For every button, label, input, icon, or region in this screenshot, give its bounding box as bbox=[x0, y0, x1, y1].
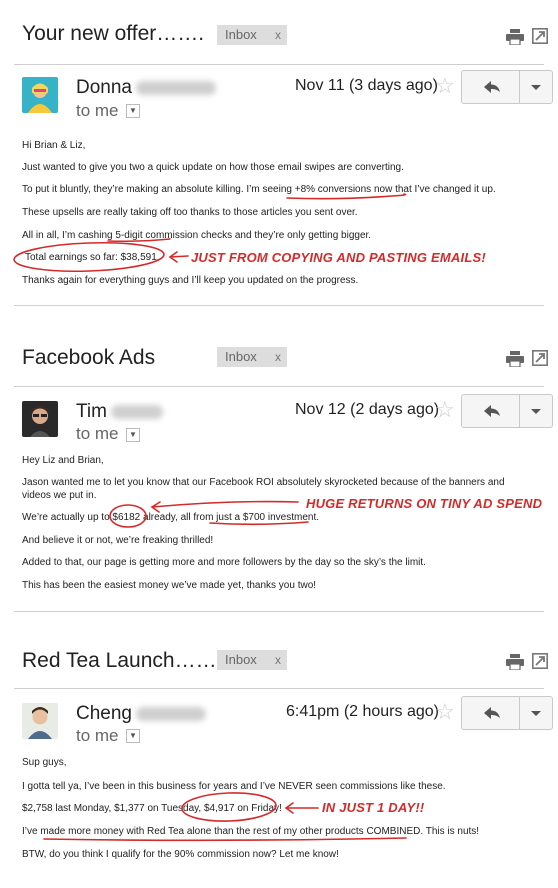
underline-annotation bbox=[43, 837, 407, 842]
arrow-annotation bbox=[150, 500, 299, 513]
star-icon[interactable]: ☆ bbox=[435, 73, 455, 99]
divider bbox=[14, 386, 544, 387]
email-date: Nov 11 (3 days ago) bbox=[295, 77, 438, 94]
remove-label-icon[interactable]: x bbox=[275, 25, 281, 45]
reply-button-group bbox=[461, 70, 553, 104]
body-line: Sup guys, bbox=[22, 757, 67, 768]
email-date: 6:41pm (2 hours ago) bbox=[286, 703, 439, 720]
details-dropdown-icon[interactable]: ▼ bbox=[126, 428, 140, 442]
sender-name: Cheng bbox=[76, 703, 206, 725]
star-icon[interactable]: ☆ bbox=[435, 397, 455, 423]
print-icon[interactable] bbox=[506, 351, 526, 369]
avatar bbox=[22, 401, 58, 437]
body-line: To put it bluntly, they’re making an abs… bbox=[22, 184, 496, 195]
redacted-surname bbox=[136, 80, 216, 95]
more-caret-icon[interactable] bbox=[520, 697, 552, 729]
redacted-surname bbox=[110, 404, 163, 419]
new-window-icon[interactable] bbox=[532, 653, 552, 671]
email-subject: Your new offer……. bbox=[22, 22, 205, 45]
annotation-text: JUST FROM COPYING AND PASTING EMAILS! bbox=[191, 250, 486, 265]
body-line: Total earnings so far: $38,591. bbox=[25, 252, 160, 263]
inbox-label[interactable]: Inbox x bbox=[217, 347, 287, 367]
body-line: $2,758 last Monday, $1,377 on Tuesday, $… bbox=[22, 803, 282, 814]
reply-button-group bbox=[461, 696, 553, 730]
email-date: Nov 12 (2 days ago) bbox=[295, 401, 440, 418]
sender-first-name: Tim bbox=[76, 401, 107, 422]
body-line: And believe it or not, we’re freaking th… bbox=[22, 535, 214, 546]
reply-button-group bbox=[461, 394, 553, 428]
divider bbox=[14, 611, 544, 612]
sender-name: Donna bbox=[76, 77, 216, 99]
inbox-label-text: Inbox bbox=[225, 652, 257, 667]
redacted-surname bbox=[136, 706, 206, 721]
body-line: BTW, do you think I qualify for the 90% … bbox=[22, 849, 339, 860]
reply-button[interactable] bbox=[462, 697, 520, 729]
body-line: I gotta tell ya, I’ve been in this busin… bbox=[22, 781, 446, 792]
details-dropdown-icon[interactable]: ▼ bbox=[126, 104, 140, 118]
sender-first-name: Donna bbox=[76, 77, 132, 98]
annotation-text: HUGE RETURNS ON TINY AD SPEND bbox=[306, 496, 543, 511]
body-line: Just wanted to give you two a quick upda… bbox=[22, 162, 404, 173]
arrow-annotation bbox=[168, 251, 189, 263]
body-line: Added to that, our page is getting more … bbox=[22, 557, 426, 568]
body-line: videos we put in. bbox=[22, 490, 97, 501]
arrow-annotation bbox=[284, 802, 319, 814]
reply-button[interactable] bbox=[462, 71, 520, 103]
body-line: Hi Brian & Liz, bbox=[22, 140, 86, 151]
new-window-icon[interactable] bbox=[532, 350, 552, 368]
avatar bbox=[22, 77, 58, 113]
recipient-label: to me bbox=[76, 424, 119, 443]
sender-first-name: Cheng bbox=[76, 703, 132, 724]
body-line: All in all, I’m cashing 5-digit commissi… bbox=[22, 230, 372, 241]
recipient-label: to me bbox=[76, 726, 119, 745]
sender-name: Tim bbox=[76, 401, 163, 423]
remove-label-icon[interactable]: x bbox=[275, 347, 281, 367]
print-icon[interactable] bbox=[506, 654, 526, 672]
inbox-label-text: Inbox bbox=[225, 349, 257, 364]
inbox-label[interactable]: Inbox x bbox=[217, 25, 287, 45]
body-line: Thanks again for everything guys and I’l… bbox=[22, 275, 359, 286]
remove-label-icon[interactable]: x bbox=[275, 650, 281, 670]
body-line: Jason wanted me to let you know that our… bbox=[22, 477, 505, 488]
details-dropdown-icon[interactable]: ▼ bbox=[126, 729, 140, 743]
divider bbox=[14, 688, 544, 689]
body-line: This has been the easiest money we’ve ma… bbox=[22, 580, 317, 591]
annotation-overlay bbox=[13, 193, 407, 842]
email-subject: Facebook Ads bbox=[22, 346, 156, 369]
new-window-icon[interactable] bbox=[532, 28, 552, 46]
star-icon[interactable]: ☆ bbox=[435, 699, 455, 725]
recipient-label: to me bbox=[76, 101, 119, 120]
divider bbox=[14, 305, 544, 306]
annotation-text: IN JUST 1 DAY!! bbox=[322, 800, 425, 815]
body-line: These upsells are really taking off too … bbox=[22, 207, 358, 218]
divider bbox=[14, 64, 544, 65]
inbox-label[interactable]: Inbox x bbox=[217, 650, 287, 670]
avatar bbox=[22, 703, 58, 739]
email-subject: Red Tea Launch…… bbox=[22, 649, 217, 672]
more-caret-icon[interactable] bbox=[520, 71, 552, 103]
inbox-label-text: Inbox bbox=[225, 27, 257, 42]
body-line: Hey Liz and Brian, bbox=[22, 455, 104, 466]
print-icon[interactable] bbox=[506, 29, 526, 47]
reply-button[interactable] bbox=[462, 395, 520, 427]
more-caret-icon[interactable] bbox=[520, 395, 552, 427]
body-line: We’re actually up to $6182 already, all … bbox=[22, 512, 320, 523]
body-line: I’ve made more money with Red Tea alone … bbox=[22, 826, 480, 837]
